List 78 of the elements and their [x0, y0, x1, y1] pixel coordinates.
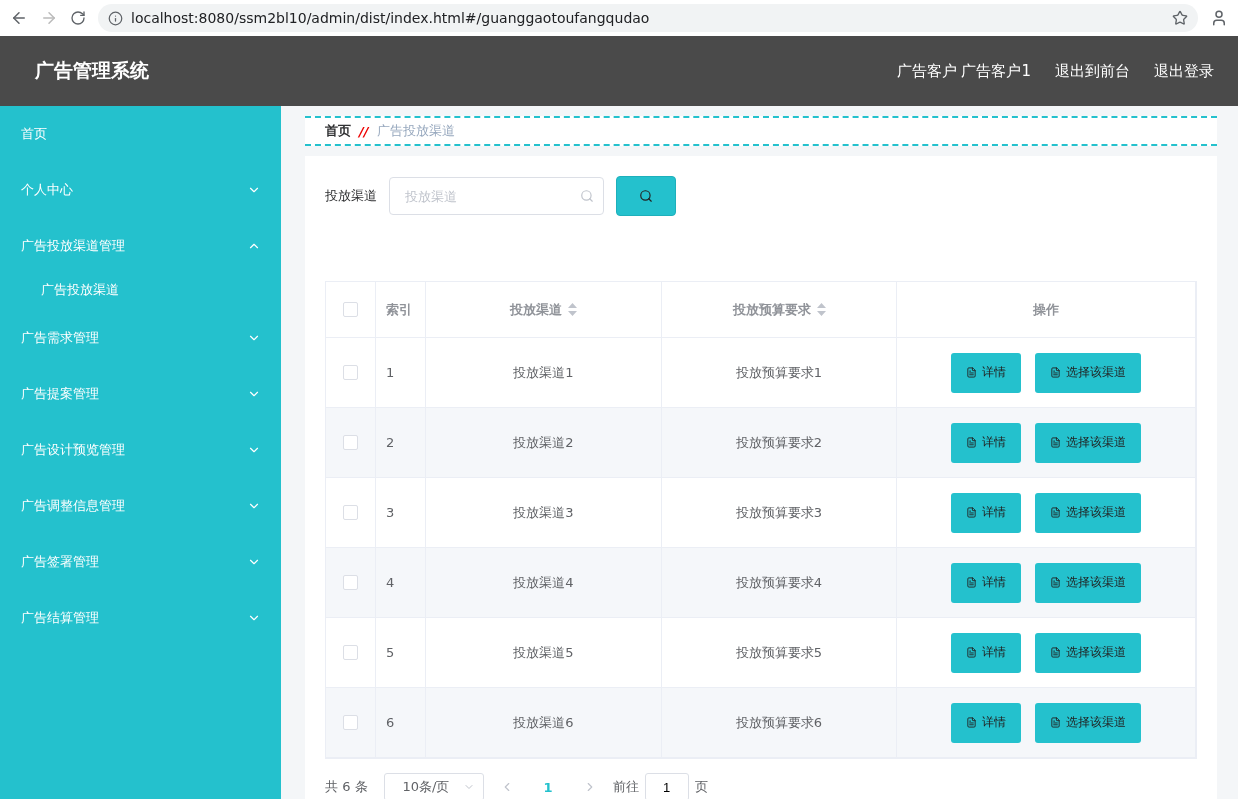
page-size-select[interactable]: 10条/页 — [383, 773, 484, 799]
action-button[interactable]: 详情 — [951, 562, 1021, 603]
document-icon — [966, 577, 977, 588]
document-icon — [1050, 367, 1061, 378]
table-cell: 投放预算要求5 — [662, 618, 897, 688]
goto-label: 前往 — [612, 778, 639, 796]
sort-icon[interactable] — [816, 303, 826, 316]
document-icon — [966, 367, 977, 378]
row-checkbox[interactable] — [343, 435, 358, 450]
document-icon — [966, 647, 977, 658]
action-button[interactable]: 选择该渠道 — [1035, 422, 1141, 463]
header-link[interactable]: 退出到前台 — [1055, 61, 1130, 81]
sort-icon[interactable] — [568, 303, 577, 316]
document-icon — [966, 717, 977, 728]
row-checkbox[interactable] — [343, 575, 358, 590]
table-cell: 1 — [376, 338, 426, 408]
breadcrumb-separator: // — [359, 123, 369, 139]
action-button[interactable]: 详情 — [951, 702, 1021, 743]
action-button[interactable]: 详情 — [951, 352, 1021, 393]
reload-icon[interactable] — [70, 10, 86, 26]
select-all-checkbox[interactable] — [343, 302, 358, 317]
table-cell: 投放渠道1 — [426, 338, 662, 408]
table-cell: 4 — [376, 548, 426, 618]
action-button[interactable]: 选择该渠道 — [1035, 562, 1141, 603]
action-button[interactable]: 详情 — [951, 492, 1021, 533]
action-button[interactable]: 选择该渠道 — [1035, 352, 1141, 393]
row-checkbox[interactable] — [343, 715, 358, 730]
row-checkbox[interactable] — [343, 645, 358, 660]
action-button[interactable]: 选择该渠道 — [1035, 632, 1141, 673]
table-cell: 投放预算要求3 — [662, 478, 897, 548]
table-cell: 5 — [376, 618, 426, 688]
search-label: 投放渠道 — [325, 187, 377, 205]
table-cell: 投放渠道6 — [426, 688, 662, 758]
table-cell: 投放预算要求6 — [662, 688, 897, 758]
header-link[interactable]: 退出登录 — [1154, 61, 1214, 81]
table-cell: 投放预算要求1 — [662, 338, 897, 408]
breadcrumb-home[interactable]: 首页 — [325, 122, 351, 140]
search-icon — [639, 189, 653, 203]
table-cell: 投放渠道4 — [426, 548, 662, 618]
table-cell: 投放预算要求2 — [662, 408, 897, 478]
bookmark-star-icon[interactable] — [1172, 10, 1188, 26]
document-icon — [966, 437, 977, 448]
page-suffix: 页 — [694, 778, 708, 796]
breadcrumb-current: 广告投放渠道 — [376, 122, 455, 140]
profile-icon[interactable] — [1210, 9, 1228, 27]
address-bar[interactable]: localhost:8080/ssm2bl10/admin/dist/index.html#/guanggaotoufangqudao — [98, 4, 1198, 32]
search-field[interactable]: 投放渠道 — [389, 177, 604, 215]
document-icon — [1050, 717, 1061, 728]
action-button[interactable]: 选择该渠道 — [1035, 492, 1141, 533]
forward-icon[interactable] — [40, 9, 58, 27]
goto-page-field[interactable]: 1 — [644, 773, 689, 799]
action-button[interactable]: 详情 — [951, 422, 1021, 463]
table-cell: 投放渠道3 — [426, 478, 662, 548]
document-icon — [966, 507, 977, 518]
search-icon — [580, 189, 594, 203]
document-icon — [1050, 577, 1061, 588]
header-link[interactable]: 广告客户 广告客户1 — [896, 61, 1031, 81]
document-icon — [1050, 507, 1061, 518]
row-checkbox[interactable] — [343, 365, 358, 380]
table-cell: 投放渠道2 — [426, 408, 662, 478]
row-checkbox[interactable] — [343, 505, 358, 520]
table-cell: 投放预算要求4 — [662, 548, 897, 618]
search-button[interactable] — [616, 176, 676, 216]
table-cell: 2 — [376, 408, 426, 478]
action-button[interactable]: 选择该渠道 — [1035, 702, 1141, 743]
document-icon — [1050, 647, 1061, 658]
back-icon[interactable] — [10, 9, 28, 27]
total-count: 共 6 条 — [325, 778, 368, 796]
info-icon[interactable] — [108, 10, 123, 26]
table-cell: 6 — [376, 688, 426, 758]
action-button[interactable]: 详情 — [951, 632, 1021, 673]
app-title: 广告管理系统 — [35, 58, 149, 83]
column-header: 操作 — [897, 282, 1196, 338]
column-header: 索引 — [376, 282, 426, 338]
document-icon — [1050, 437, 1061, 448]
url-text: localhost:8080/ssm2bl10/admin/dist/index.html#/guanggaotoufangqudao — [131, 10, 651, 26]
table-cell: 3 — [376, 478, 426, 548]
table-cell: 投放渠道5 — [426, 618, 662, 688]
